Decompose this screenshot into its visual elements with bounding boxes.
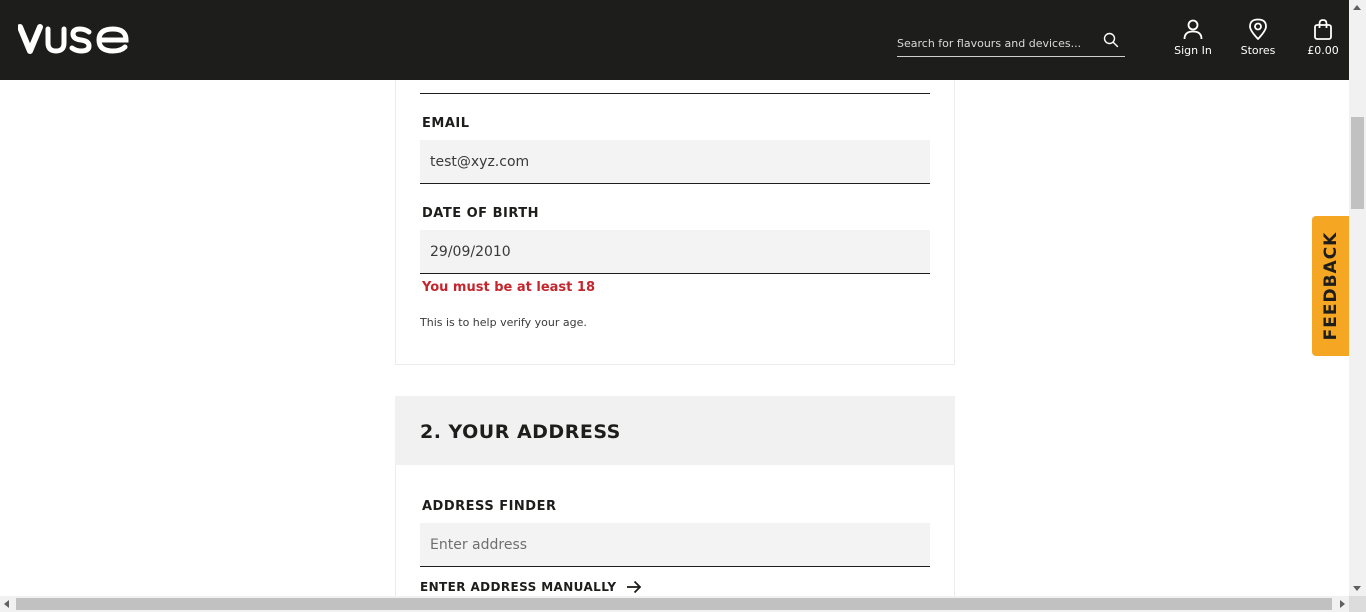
dob-helper-text: This is to help verify your age. <box>420 316 587 329</box>
email-label: EMAIL <box>422 116 470 131</box>
enter-address-manually-link[interactable]: ENTER ADDRESS MANUALLY <box>420 580 642 594</box>
location-pin-icon <box>1249 18 1267 40</box>
address-finder-label: ADDRESS FINDER <box>422 499 557 514</box>
sign-in-label: Sign In <box>1174 44 1212 57</box>
site-header: vuse Sign In Stores <box>0 0 1349 80</box>
vertical-scrollbar[interactable] <box>1349 0 1366 596</box>
scroll-up-icon[interactable] <box>1353 5 1361 10</box>
enter-address-manually-label: ENTER ADDRESS MANUALLY <box>420 580 617 594</box>
dob-label: DATE OF BIRTH <box>422 206 539 221</box>
basket-icon <box>1314 19 1332 40</box>
horizontal-scrollbar[interactable] <box>0 596 1349 612</box>
stores-label: Stores <box>1240 44 1276 57</box>
basket-button[interactable]: £0.00 <box>1300 18 1346 57</box>
sign-in-button[interactable]: Sign In <box>1168 18 1218 57</box>
date-of-birth-field[interactable] <box>420 230 930 274</box>
previous-field-underline <box>420 93 930 94</box>
search-input[interactable] <box>897 34 1097 52</box>
vertical-scroll-thumb[interactable] <box>1351 117 1364 209</box>
scroll-left-icon[interactable] <box>4 600 9 608</box>
vuse-logo[interactable]: vuse <box>18 19 134 59</box>
search-icon[interactable] <box>1103 32 1119 48</box>
user-icon <box>1183 19 1203 40</box>
arrow-right-icon <box>627 580 642 594</box>
feedback-label: FEEDBACK <box>1320 231 1341 341</box>
feedback-tab[interactable]: FEEDBACK <box>1312 216 1349 356</box>
address-section-title: 2. YOUR ADDRESS <box>420 421 621 443</box>
basket-total: £0.00 <box>1307 44 1339 57</box>
email-field[interactable] <box>420 140 930 184</box>
horizontal-scroll-thumb[interactable] <box>16 598 1332 610</box>
address-section-header: 2. YOUR ADDRESS <box>395 396 955 465</box>
search-box <box>897 28 1125 57</box>
scroll-down-icon[interactable] <box>1353 586 1361 591</box>
dob-error-message: You must be at least 18 <box>422 280 595 295</box>
address-finder-input[interactable] <box>420 523 930 567</box>
scrollbar-corner <box>1349 596 1366 612</box>
stores-button[interactable]: Stores <box>1234 18 1282 57</box>
scroll-right-icon[interactable] <box>1340 600 1345 608</box>
